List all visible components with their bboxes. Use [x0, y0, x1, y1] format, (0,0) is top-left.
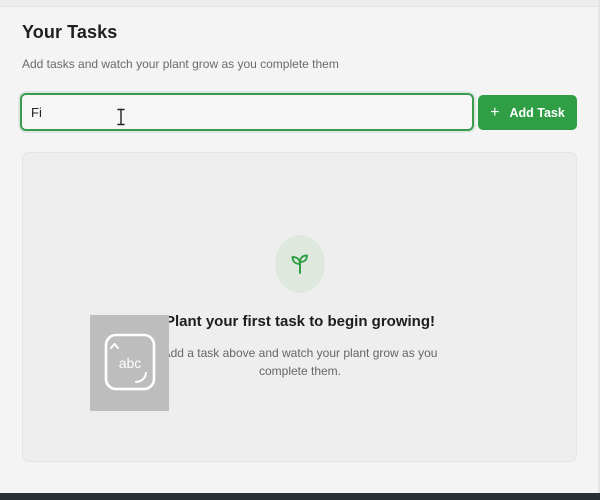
keyboard-input-overlay[interactable]: abc [90, 315, 169, 411]
top-divider [0, 0, 600, 7]
bottom-taskbar [0, 493, 600, 500]
page-title: Your Tasks [22, 22, 118, 42]
text-cursor-icon [117, 108, 125, 126]
page-subtitle: Add tasks and watch your plant grow as y… [22, 57, 339, 71]
task-input-container[interactable] [20, 93, 474, 131]
add-task-button[interactable]: + Add Task [478, 95, 577, 130]
sprout-icon-badge [275, 235, 325, 293]
empty-state-title-text: Plant your first task to begin growing! [164, 313, 435, 330]
add-task-label: Add Task [509, 105, 565, 120]
plus-icon: + [490, 103, 500, 121]
empty-state-panel [22, 152, 577, 462]
empty-state-description: Add a task above and watch your plant gr… [162, 346, 438, 378]
sprout-icon [291, 254, 308, 274]
keyboard-input-icon: abc [104, 333, 156, 391]
keyboard-overlay-label: abc [119, 355, 142, 371]
task-input[interactable] [22, 95, 472, 129]
